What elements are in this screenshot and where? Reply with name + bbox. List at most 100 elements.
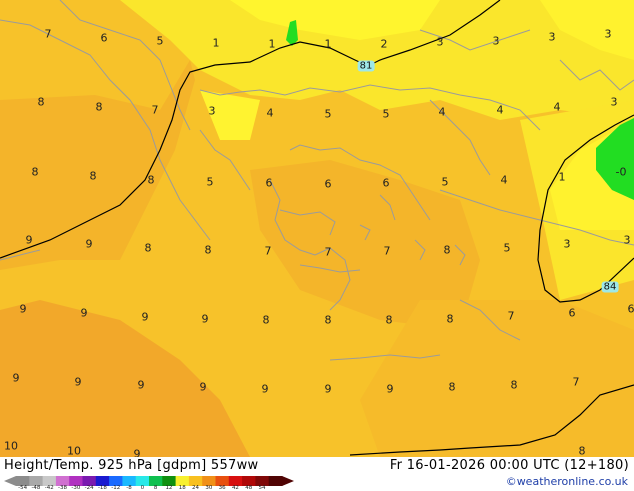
weather-map: 7 6 5 1 1 1 2 3 3 3 3 8 8 7 3 4 5 5 4 4 … — [0, 0, 634, 457]
map-label: 3 — [611, 96, 618, 109]
scale-swatch — [269, 476, 283, 486]
map-label: 8 — [579, 445, 586, 458]
scale-tick-label: 36 — [219, 485, 226, 491]
map-label: 6 — [101, 32, 108, 45]
scale-tick-label: 0 — [141, 485, 145, 491]
map-label: 3 — [624, 234, 631, 247]
map-label: 9 — [387, 383, 394, 396]
map-label: 8 — [205, 244, 212, 257]
map-label: 7 — [325, 246, 332, 259]
scale-tick-label: -12 — [111, 485, 120, 491]
map-label: 8 — [386, 314, 393, 327]
map-label: 4 — [497, 104, 504, 117]
map-label: 4 — [267, 107, 274, 120]
map-label: 6 — [383, 177, 390, 190]
map-label: 8 — [444, 244, 451, 257]
scale-tick-label: -8 — [126, 485, 131, 491]
map-label: 1 — [559, 171, 566, 184]
map-label: 6 — [569, 307, 576, 320]
map-label: 7 — [45, 28, 52, 41]
map-label: 7 — [508, 310, 515, 323]
scale-tick-label: 8 — [154, 485, 158, 491]
map-label: 10 — [4, 440, 18, 453]
scale-tick-label: -38 — [58, 485, 67, 491]
map-label: 8 — [32, 166, 39, 179]
map-label: 7 — [573, 376, 580, 389]
map-label: 5 — [325, 108, 332, 121]
map-label: 6 — [628, 303, 634, 316]
map-label: 4 — [439, 106, 446, 119]
map-label: 9 — [13, 372, 20, 385]
map-label: 8 — [90, 170, 97, 183]
map-label: 5 — [383, 108, 390, 121]
isoline-badge-84: 84 — [602, 282, 619, 293]
forecast-datetime: Fr 16-01-2026 00:00 UTC (12+180) — [390, 458, 629, 473]
map-label: 6 — [325, 178, 332, 191]
scale-tick-label: 24 — [192, 485, 199, 491]
map-label: 8 — [38, 96, 45, 109]
map-label: 9 — [325, 383, 332, 396]
map-label: 8 — [447, 313, 454, 326]
map-label: 3 — [564, 238, 571, 251]
map-label: 9 — [138, 379, 145, 392]
scale-tick-label: 30 — [205, 485, 212, 491]
map-label: 7 — [152, 104, 159, 117]
map-label: 9 — [86, 238, 93, 251]
scale-tick-label: 18 — [179, 485, 186, 491]
scale-tick-label: -54 — [18, 485, 27, 491]
map-label: 4 — [501, 174, 508, 187]
map-label: 9 — [75, 376, 82, 389]
scale-arrow-left — [4, 476, 16, 486]
map-label: 7 — [384, 245, 391, 258]
map-label: 5 — [442, 176, 449, 189]
map-label: 8 — [145, 242, 152, 255]
map-label: 5 — [504, 242, 511, 255]
map-label: 3 — [549, 31, 556, 44]
scale-tick-label: 48 — [245, 485, 252, 491]
map-label: 6 — [266, 177, 273, 190]
footer: Height/Temp. 925 hPa [gdpm] 557ww Fr 16-… — [0, 457, 634, 490]
map-field — [0, 0, 634, 457]
map-label: 1 — [269, 38, 276, 51]
map-label: 9 — [200, 381, 207, 394]
map-label: 3 — [493, 35, 500, 48]
scale-tick-label: -48 — [31, 485, 40, 491]
map-label: 9 — [142, 311, 149, 324]
isoline-badge-81: 81 — [358, 61, 375, 72]
map-label: 5 — [207, 176, 214, 189]
scale-tick-label: 42 — [232, 485, 239, 491]
map-label: 8 — [148, 174, 155, 187]
map-label: 9 — [81, 307, 88, 320]
scale-tick-label: -24 — [85, 485, 94, 491]
map-label: 9 — [134, 448, 141, 458]
map-label: 3 — [605, 28, 612, 41]
map-label: 10 — [67, 445, 81, 458]
map-label: 5 — [157, 35, 164, 48]
map-title: Height/Temp. 925 hPa [gdpm] 557ww — [4, 458, 258, 473]
map-label: 8 — [263, 314, 270, 327]
scale-arrow-right — [282, 476, 294, 486]
map-label: 9 — [202, 313, 209, 326]
map-label: 3 — [437, 36, 444, 49]
map-label: 8 — [449, 381, 456, 394]
scale-tick-label: -30 — [71, 485, 80, 491]
map-label: 1 — [325, 38, 332, 51]
scale-tick-label: 54 — [259, 485, 266, 491]
map-label: 2 — [381, 38, 388, 51]
map-label: 9 — [20, 303, 27, 316]
map-label: 8 — [96, 101, 103, 114]
map-label: 8 — [511, 379, 518, 392]
scale-tick-label: -18 — [98, 485, 107, 491]
map-label: 7 — [265, 245, 272, 258]
map-label: 8 — [325, 314, 332, 327]
scale-tick-label: 12 — [165, 485, 172, 491]
map-label: 3 — [209, 105, 216, 118]
map-label: 9 — [262, 383, 269, 396]
credit-link[interactable]: ©weatheronline.co.uk — [506, 475, 628, 488]
scale-tick-label: -42 — [45, 485, 54, 491]
map-label: -0 — [616, 166, 627, 179]
color-scale: -54 -48 -42 -38 -30 -24 -18 -12 -8 0 8 12 18 24 30 36 42… — [4, 472, 294, 490]
map-label: 1 — [213, 37, 220, 50]
map-label: 9 — [26, 234, 33, 247]
map-label: 4 — [554, 101, 561, 114]
